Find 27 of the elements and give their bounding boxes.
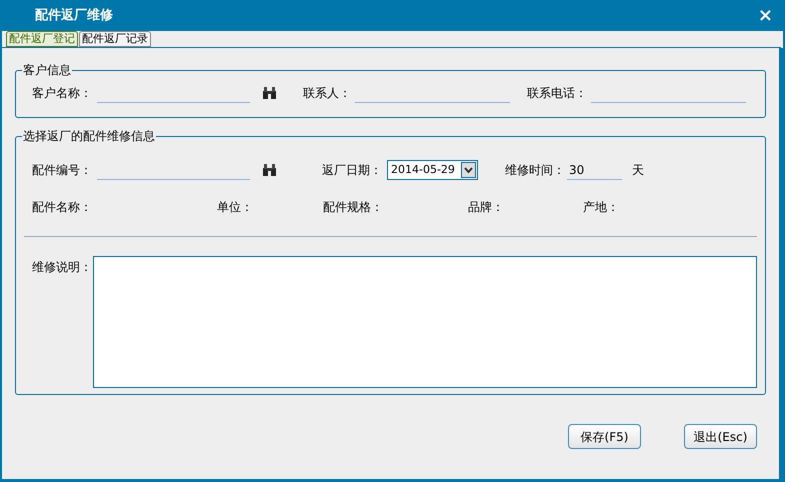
field-label: 返厂日期： bbox=[322, 162, 383, 179]
info-label: 品牌： bbox=[468, 199, 505, 216]
field-label: 客户名称： bbox=[32, 85, 93, 102]
field-label: 配件编号： bbox=[32, 162, 93, 179]
field-label: 联系电话： bbox=[527, 85, 588, 102]
field-label: 维修时间： bbox=[505, 162, 566, 179]
info-label: 单位： bbox=[217, 199, 254, 216]
notes-field[interactable] bbox=[93, 256, 757, 388]
field-label: 联系人： bbox=[303, 85, 352, 102]
info-label: 配件名称： bbox=[32, 199, 93, 216]
group-title: 选择返厂的配件维修信息 bbox=[22, 128, 156, 145]
input-field[interactable]: 30 bbox=[567, 160, 622, 180]
binoculars-icon[interactable] bbox=[262, 164, 277, 176]
action-button[interactable]: 退出(Esc) bbox=[684, 424, 757, 449]
window-title: 配件返厂维修 bbox=[35, 6, 114, 25]
info-label: 配件规格： bbox=[323, 199, 384, 216]
group-title: 客户信息 bbox=[22, 62, 72, 79]
notes-label: 维修说明： bbox=[32, 259, 93, 276]
date-dropdown[interactable]: 2014-05-29 bbox=[387, 160, 478, 180]
caret-icon bbox=[461, 162, 476, 178]
tab[interactable]: 配件返厂记录 bbox=[79, 31, 151, 47]
close-button[interactable]: × bbox=[758, 6, 773, 24]
tab[interactable]: 配件返厂登记 bbox=[6, 31, 78, 47]
unit-label: 天 bbox=[632, 162, 644, 179]
info-label: 产地： bbox=[583, 199, 620, 216]
action-button[interactable]: 保存(F5) bbox=[568, 424, 641, 449]
binoculars-icon[interactable] bbox=[262, 87, 277, 99]
